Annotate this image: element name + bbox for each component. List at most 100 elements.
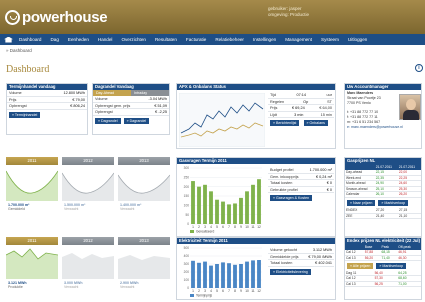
onbalans-button[interactable]: » Onbalans	[303, 120, 328, 126]
table-row: ZEE 21,40 21,10	[345, 213, 421, 219]
bar[interactable]	[209, 265, 213, 288]
bar[interactable]	[215, 199, 219, 224]
bar[interactable]	[209, 191, 213, 224]
y-tick-label: 0	[187, 222, 189, 226]
y-tick-label: 50	[185, 213, 189, 217]
bar[interactable]	[221, 201, 225, 224]
bar[interactable]	[251, 184, 255, 224]
nav-item-instellingen[interactable]: Instellingen	[253, 37, 276, 42]
nav-item-resultaten[interactable]: Resultaten	[155, 37, 177, 42]
x-tick-label: 3	[204, 289, 206, 293]
alle-prijzen-button[interactable]: » Alle prijzen	[347, 263, 374, 269]
bar[interactable]	[251, 260, 255, 288]
x-tick-label: 11	[251, 289, 255, 293]
year-header-2013[interactable]: 2013	[118, 237, 170, 245]
year-label: Verwacht	[120, 207, 135, 211]
x-tick-label: 12	[257, 289, 261, 293]
bar[interactable]	[215, 264, 219, 288]
nav-item-dashboard[interactable]: Dashboard	[19, 37, 41, 42]
elektriciteit-button[interactable]: » Elektriciteitslevering	[270, 268, 311, 275]
nav-item-management[interactable]: Management	[285, 37, 312, 42]
bar[interactable]	[257, 179, 261, 224]
nav-item-facturatie[interactable]: Facturatie	[186, 37, 206, 42]
home-icon[interactable]	[4, 36, 13, 43]
logo-text: powerhouse	[22, 8, 108, 26]
accountmanager-panel: Uw Accountmanager Marc Maenders Straat v…	[344, 83, 422, 149]
x-tick-label: 1	[192, 225, 194, 229]
table-row: Cal 13 56,20 71,40 46,30	[345, 255, 421, 261]
bar[interactable]	[227, 263, 231, 288]
bar[interactable]	[233, 264, 237, 288]
nav-item-dag[interactable]: Dag	[50, 37, 58, 42]
x-tick-label: 5	[216, 289, 218, 293]
nav-item-eenheden[interactable]: Eenheden	[68, 37, 89, 42]
elec-year-panel: 2011 3.121 MWh Produktie 2012 3.000 MWh Ve…	[5, 237, 170, 299]
table-row: Opbrengst € 806,24	[7, 104, 87, 110]
endex-table-2: Dag 11 56,40 64,25 Cal 12 57,30 68,60 Cal 13…	[345, 270, 421, 287]
gasprijzen-table: 21.07.2011 21.07.2011 Day-ahead 22,15 22,00…	[345, 164, 421, 198]
x-tick-label: 10	[245, 225, 249, 229]
x-tick-label: 7	[228, 225, 230, 229]
elec-trend-2012	[62, 253, 114, 279]
year-header-2012[interactable]: 2012	[62, 237, 114, 245]
bar[interactable]	[191, 181, 195, 224]
marktverloop-button-2[interactable]: » Marktverloop	[376, 263, 407, 269]
breadcrumb[interactable]: » Dashboard	[6, 48, 32, 53]
header-bar: powerhouse gebruiker: jasper omgeving: P…	[0, 0, 425, 34]
x-tick-label: 2	[198, 289, 200, 293]
gas-trend-2013	[117, 174, 171, 201]
termijnhandel-button[interactable]: » Termijnhandel	[9, 111, 41, 118]
berichtenlijst-button[interactable]: » Berichtenlijst	[270, 120, 300, 126]
nav-item-overzichten[interactable]: Overzichten	[121, 37, 146, 42]
bar[interactable]	[227, 204, 231, 224]
nav-item-handel[interactable]: Handel	[98, 37, 113, 42]
panel-title: Elektriciteit Termijn 2011	[177, 238, 335, 244]
bar[interactable]	[239, 197, 243, 224]
bar[interactable]	[197, 262, 201, 288]
manager-email[interactable]: e: marc.maenders@powerhouse.nl	[347, 125, 419, 130]
year-label: Verwacht	[64, 285, 79, 289]
nav-item-uitloggen[interactable]: Uitloggen	[348, 37, 367, 42]
gas-year-panel: 2011 1.700.000 m³ Gemiddeld 2012 1.500.00…	[5, 157, 171, 231]
bar[interactable]	[257, 260, 261, 288]
year-header-2013[interactable]: 2013	[118, 157, 170, 165]
y-tick-label: 0	[187, 286, 189, 290]
endex-panel: Endex prijzen NL elektriciteit (22 Jul) …	[344, 237, 422, 300]
powerhouse-logo[interactable]: powerhouse	[5, 8, 108, 26]
endex-table: Base Peak Off-peak Cal 12 57,88 68,15 46,91 C…	[345, 244, 421, 261]
year-header-2011[interactable]: 2011	[6, 157, 58, 165]
bar[interactable]	[203, 261, 207, 288]
info-icon[interactable]: i	[415, 64, 423, 72]
dagrandel-button-2[interactable]: » Dagrandel	[123, 117, 150, 124]
dagrandel-button[interactable]: » Dagrandel	[95, 117, 121, 124]
bar[interactable]	[197, 186, 201, 224]
bar[interactable]	[203, 184, 207, 224]
panel-title: APX & Onbalans Status	[177, 84, 335, 90]
year-header-2012[interactable]: 2012	[62, 157, 114, 165]
table-row: Cal 13 56,25 71,00	[345, 281, 421, 287]
apx-status-panel: APX & Onbalans Status Tijd 07:14 uur Regel…	[176, 83, 336, 149]
table-row: Opbrengst € -2,25	[93, 110, 169, 116]
year-header-2011[interactable]: 2011	[6, 237, 58, 245]
y-tick-label: 400	[184, 254, 190, 258]
termijnhandel-panel: Termijnhandel vandaag Volume 12.800 MWh P…	[6, 83, 88, 135]
nav-item-relatiebeheer[interactable]: Relatiebeheer	[215, 37, 244, 42]
bar[interactable]	[245, 261, 249, 288]
nav-item-systeem[interactable]: Systeem	[321, 37, 339, 42]
x-tick-label: 1	[192, 289, 194, 293]
main-nav: Dashboard Dag Eenheden Handel Overzichte…	[0, 34, 425, 45]
x-tick-label: 6	[222, 225, 224, 229]
table-row: Totaal kosten € 402.041	[268, 261, 334, 267]
naar-prijzen-button[interactable]: » Naar prijzen	[347, 199, 376, 206]
bar[interactable]	[221, 262, 225, 288]
user-info: gebruiker: jasper omgeving: Productie	[268, 6, 366, 18]
bar[interactable]	[191, 260, 195, 288]
gasvragen-button[interactable]: » Gasvragen & Kosten	[270, 195, 313, 201]
marktverloop-button[interactable]: » Marktverloop	[378, 199, 409, 206]
bar[interactable]	[245, 191, 249, 224]
table-row: Calendar 26,10 26,20	[345, 191, 421, 198]
bar[interactable]	[239, 264, 243, 288]
y-tick-label: 100	[184, 278, 190, 282]
year-label: Verwacht	[120, 285, 135, 289]
bar[interactable]	[233, 203, 237, 224]
